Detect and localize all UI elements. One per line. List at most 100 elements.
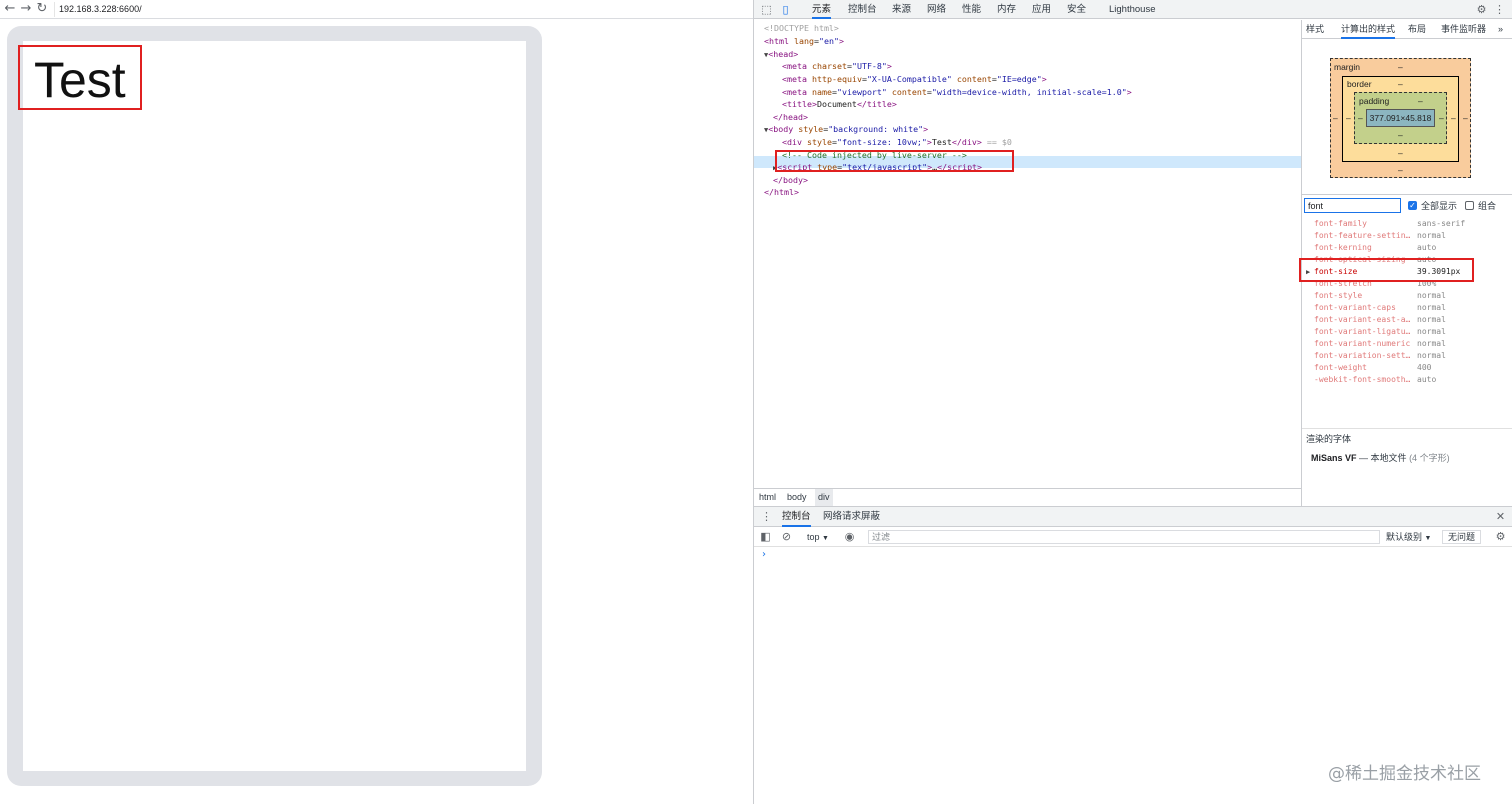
sidebar-scrollbar[interactable] — [1502, 40, 1512, 506]
div-node-line[interactable]: <div style="font-size: 10vw;">Test</div>… — [782, 136, 1012, 149]
computed-filter-input[interactable] — [1304, 198, 1401, 213]
meta-viewport-line[interactable]: <meta name="viewport" content="width=dev… — [782, 86, 1132, 99]
tab-computed[interactable]: 计算出的样式 — [1341, 20, 1396, 39]
computed-property-row[interactable]: font-style normal — [1302, 290, 1512, 302]
breadcrumb-div[interactable]: div — [815, 489, 833, 506]
back-arrow-icon[interactable]: ← — [3, 2, 17, 16]
computed-property-row[interactable]: font-weight 400 — [1302, 362, 1512, 374]
drawer-menu-icon[interactable]: ⋮ — [760, 510, 773, 523]
kebab-menu-icon[interactable]: ⋮ — [1493, 3, 1506, 16]
breadcrumb-html[interactable]: html — [759, 489, 776, 506]
title-line[interactable]: <title>Document</title> — [782, 98, 897, 111]
console-filter-input[interactable]: 过滤 — [868, 530, 1380, 544]
group-checkbox[interactable] — [1465, 201, 1474, 210]
console-toolbar: ◧ ⊘ top ▼ ◉ 过滤 默认级别 ▼ 无问题 ⚙ — [754, 527, 1512, 547]
sidebar-toggle-icon[interactable]: ◧ — [759, 530, 772, 543]
show-all-checkbox[interactable]: ✓ — [1408, 201, 1417, 210]
show-all-label: 全部显示 — [1421, 201, 1458, 211]
doctype-line[interactable]: <!DOCTYPE html> — [764, 22, 839, 35]
computed-property-row[interactable]: font-feature-settin… normal — [1302, 230, 1512, 242]
margin-top-value[interactable]: – — [1398, 62, 1403, 72]
border-top-value[interactable]: – — [1398, 79, 1403, 89]
rendered-fonts-title: 渲染的字体 — [1306, 434, 1352, 444]
padding-top-value[interactable]: – — [1418, 96, 1423, 106]
browser-nav-bar: ← → ↻ 192.168.3.228:6600/ — [0, 0, 754, 19]
tab-lighthouse[interactable]: Lighthouse — [1109, 0, 1155, 19]
tab-event-listeners[interactable]: 事件监听器 — [1441, 20, 1486, 39]
inspect-element-icon[interactable]: ⬚ — [760, 3, 773, 16]
chevron-down-icon: ▼ — [822, 535, 829, 542]
tab-console[interactable]: 控制台 — [848, 0, 877, 19]
context-selector[interactable]: top ▼ — [807, 530, 829, 544]
computed-property-row[interactable]: font-kerning auto — [1302, 242, 1512, 254]
head-close-line[interactable]: </head> — [773, 111, 808, 124]
margin-right-value[interactable]: – — [1463, 113, 1468, 123]
divider — [1302, 194, 1512, 195]
eye-icon[interactable]: ◉ — [843, 530, 856, 543]
reload-icon[interactable]: ↻ — [35, 2, 49, 16]
computed-property-row[interactable]: font-variant-caps normal — [1302, 302, 1512, 314]
border-right-value[interactable]: – — [1451, 113, 1456, 123]
tab-network[interactable]: 网络 — [927, 0, 946, 19]
padding-left-value[interactable]: – — [1358, 113, 1363, 123]
highlight-box-div-node — [775, 150, 1014, 172]
watermark: @稀土掘金技术社区 — [1328, 764, 1481, 784]
computed-property-row[interactable]: font-variant-ligatu… normal — [1302, 326, 1512, 338]
body-open-line[interactable]: ▼<body style="background: white"> — [764, 123, 928, 136]
clear-console-icon[interactable]: ⊘ — [780, 530, 793, 543]
issues-button[interactable]: 无问题 — [1442, 530, 1482, 544]
tab-performance[interactable]: 性能 — [962, 0, 981, 19]
device-toolbar-icon[interactable]: ▯ — [779, 3, 792, 16]
html-close-line[interactable]: </html> — [764, 186, 799, 199]
tab-layout[interactable]: 布局 — [1408, 20, 1426, 39]
margin-label: margin — [1334, 62, 1360, 72]
html-open-line[interactable]: <html lang="en"> — [764, 35, 844, 48]
border-label: border — [1347, 79, 1372, 89]
devtools-tab-bar: ⬚ ▯ 元素 控制台 来源 网络 性能 内存 应用 安全 Lighthouse … — [754, 0, 1512, 19]
tab-styles[interactable]: 样式 — [1306, 20, 1324, 39]
padding-bottom-value[interactable]: – — [1398, 130, 1403, 140]
breadcrumb-body[interactable]: body — [787, 489, 807, 506]
computed-property-row[interactable]: font-variation-sett… normal — [1302, 350, 1512, 362]
head-open-line[interactable]: ▼<head> — [764, 48, 798, 61]
forward-arrow-icon[interactable]: → — [19, 2, 33, 16]
sidebar-tab-bar: 样式 计算出的样式 布局 事件监听器 » — [1302, 20, 1512, 39]
address-bar[interactable]: 192.168.3.228:6600/ — [54, 2, 744, 17]
tab-memory[interactable]: 内存 — [997, 0, 1016, 19]
tab-elements[interactable]: 元素 — [812, 0, 832, 19]
tab-sources[interactable]: 来源 — [892, 0, 911, 19]
computed-property-row[interactable]: font-variant-east-a… normal — [1302, 314, 1512, 326]
computed-property-row[interactable]: font-variant-numeric normal — [1302, 338, 1512, 350]
drawer-tab-bar: ⋮ 控制台 网络请求屏蔽 ✕ — [754, 507, 1512, 527]
browser-viewport: ← → ↻ 192.168.3.228:6600/ Test — [0, 0, 754, 804]
drawer-tab-request-blocking[interactable]: 网络请求屏蔽 — [823, 507, 880, 527]
device-screen — [23, 41, 526, 771]
elements-tree: <!DOCTYPE html> <html lang="en"> ▼<head>… — [754, 20, 1301, 488]
body-close-line[interactable]: </body> — [773, 174, 808, 187]
margin-left-value[interactable]: – — [1333, 113, 1338, 123]
computed-property-row[interactable]: -webkit-font-smooth… auto — [1302, 374, 1512, 386]
meta-charset-line[interactable]: <meta charset="UTF-8"> — [782, 60, 892, 73]
meta-http-equiv-line[interactable]: <meta http-equiv="X-UA-Compatible" conte… — [782, 73, 1047, 86]
highlight-box-test — [18, 45, 142, 110]
computed-property-row[interactable]: font-family sans-serif — [1302, 218, 1512, 230]
tab-security[interactable]: 安全 — [1067, 0, 1086, 19]
tab-application[interactable]: 应用 — [1032, 0, 1051, 19]
devtools-panel: ⬚ ▯ 元素 控制台 来源 网络 性能 内存 应用 安全 Lighthouse … — [754, 0, 1512, 804]
border-bottom-value[interactable]: – — [1398, 148, 1403, 158]
log-level-selector[interactable]: 默认级别 ▼ — [1386, 530, 1431, 544]
gear-icon[interactable]: ⚙ — [1494, 530, 1507, 543]
more-tabs-icon[interactable]: » — [1498, 20, 1503, 39]
chevron-down-icon: ▼ — [1424, 535, 1432, 542]
padding-right-value[interactable]: – — [1439, 113, 1444, 123]
drawer-tab-console[interactable]: 控制台 — [782, 507, 811, 527]
console-drawer: ⋮ 控制台 网络请求屏蔽 ✕ ◧ ⊘ top ▼ ◉ 过滤 默认级别 ▼ 无问题… — [754, 506, 1512, 804]
rendered-font-entry: MiSans VF — 本地文件 (4 个字形) — [1311, 453, 1450, 463]
margin-bottom-value[interactable]: – — [1398, 165, 1403, 175]
breadcrumb: html body div — [754, 488, 1301, 506]
box-model-content-size[interactable]: 377.091×45.818 — [1366, 109, 1435, 127]
console-prompt[interactable]: › — [762, 549, 766, 560]
gear-icon[interactable]: ⚙ — [1475, 3, 1488, 16]
close-icon[interactable]: ✕ — [1494, 510, 1507, 523]
border-left-value[interactable]: – — [1346, 113, 1351, 123]
